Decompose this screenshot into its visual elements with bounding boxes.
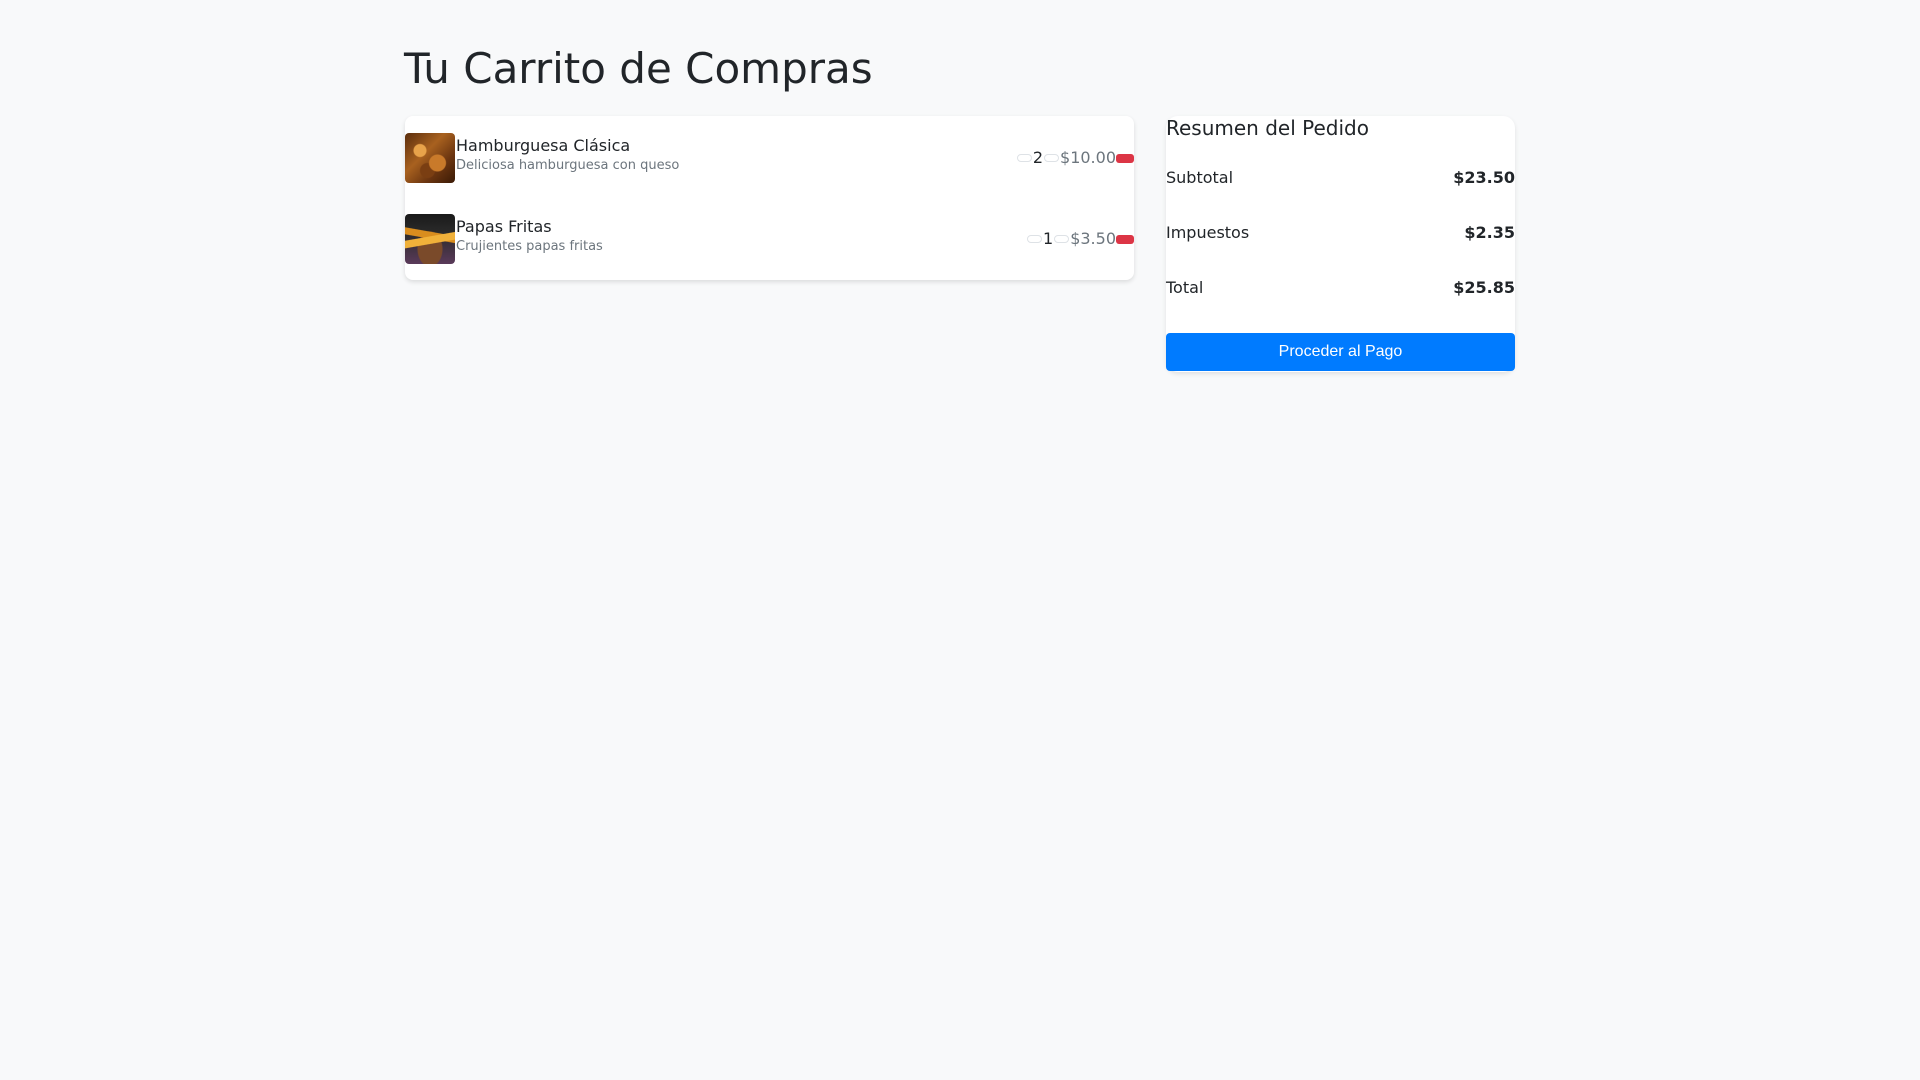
item-price: $3.50 (1070, 229, 1116, 248)
product-name: Hamburguesa Clásica (456, 136, 631, 155)
total-label: Total (1166, 278, 1204, 297)
product-description: Deliciosa hamburguesa con queso (456, 158, 680, 173)
cart-items-card: Hamburguesa Clásica Deliciosa hamburgues… (405, 116, 1134, 280)
product-image (405, 214, 455, 264)
product-description: Crujientes papas fritas (456, 239, 603, 254)
order-summary-card: Resumen del Pedido Subtotal $23.50 Impue… (1166, 116, 1515, 372)
remove-item-button[interactable] (1116, 153, 1134, 163)
increase-quantity-button[interactable] (1044, 154, 1060, 162)
subtotal-row: Subtotal $23.50 (1166, 166, 1515, 190)
quantity-value: 1 (1043, 229, 1054, 248)
item-controls: 1 $3.50 (1027, 227, 1134, 251)
page-title: Tu Carrito de Compras (404, 44, 873, 93)
decrease-quantity-button[interactable] (1016, 154, 1032, 162)
product-name: Papas Fritas (456, 217, 552, 236)
cart-item: Papas Fritas Crujientes papas fritas 1 $… (405, 214, 1134, 264)
product-image (405, 133, 455, 183)
quantity-value: 2 (1032, 148, 1044, 167)
summary-title: Resumen del Pedido (1166, 116, 1369, 140)
subtotal-label: Subtotal (1166, 168, 1234, 187)
item-controls: 2 $10.00 (1016, 146, 1134, 170)
increase-quantity-button[interactable] (1054, 235, 1070, 243)
tax-value: $2.35 (1464, 223, 1515, 242)
tax-row: Impuestos $2.35 (1166, 221, 1515, 245)
decrease-quantity-button[interactable] (1027, 235, 1042, 243)
cart-item: Hamburguesa Clásica Deliciosa hamburgues… (405, 133, 1134, 183)
tax-label: Impuestos (1166, 223, 1250, 242)
subtotal-value: $23.50 (1453, 168, 1515, 187)
checkout-button[interactable]: Proceder al Pago (1166, 333, 1515, 371)
remove-item-button[interactable] (1116, 234, 1134, 244)
total-row: Total $25.85 (1166, 276, 1515, 300)
item-price: $10.00 (1060, 148, 1116, 167)
total-value: $25.85 (1453, 278, 1515, 297)
